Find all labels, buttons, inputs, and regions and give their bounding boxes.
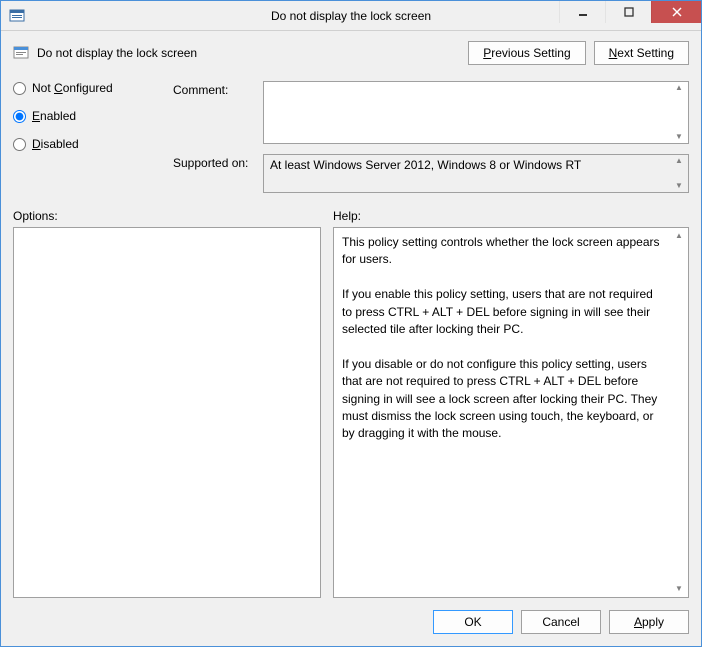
maximize-button[interactable]: [605, 1, 651, 23]
next-setting-button[interactable]: Next Setting: [594, 41, 689, 65]
header-row: Do not display the lock screen Previous …: [13, 41, 689, 65]
fields-column: Comment: ▲ ▼ Supported on: ▲ ▼: [173, 81, 689, 193]
config-row: Not Configured Enabled Disabled Comment:…: [13, 81, 689, 193]
scroll-up-icon[interactable]: ▲: [672, 84, 686, 92]
btn-text: pply: [642, 615, 664, 629]
radio-not-configured[interactable]: Not Configured: [13, 81, 153, 95]
btn-text: ext Setting: [617, 46, 674, 60]
previous-setting-button[interactable]: Previous Setting: [468, 41, 585, 65]
radio-enabled[interactable]: Enabled: [13, 109, 153, 123]
titlebar[interactable]: Do not display the lock screen: [1, 1, 701, 31]
app-icon: [9, 8, 25, 24]
supported-textarea: [264, 155, 688, 189]
radio-label: Enabled: [32, 109, 76, 123]
radio-label: Not Configured: [32, 81, 113, 95]
btn-text: revious Setting: [491, 46, 570, 60]
panels-row: This policy setting controls whether the…: [13, 227, 689, 598]
help-paragraph: If you enable this policy setting, users…: [342, 286, 664, 338]
comment-label: Comment:: [173, 81, 263, 144]
scroll-arrows: ▲ ▼: [672, 232, 686, 593]
help-paragraph: This policy setting controls whether the…: [342, 234, 664, 269]
supported-box-wrap: ▲ ▼: [263, 154, 689, 193]
supported-label: Supported on:: [173, 154, 263, 193]
comment-textarea[interactable]: [264, 82, 688, 140]
help-label: Help:: [333, 209, 361, 223]
ok-button[interactable]: OK: [433, 610, 513, 634]
options-label: Options:: [13, 209, 321, 223]
help-panel: This policy setting controls whether the…: [333, 227, 689, 598]
minimize-button[interactable]: [559, 1, 605, 23]
dialog-footer: OK Cancel Apply: [13, 610, 689, 634]
options-panel: [13, 227, 321, 598]
scroll-arrows: ▲ ▼: [672, 84, 686, 141]
dialog-window: Do not display the lock screen: [0, 0, 702, 647]
scroll-up-icon[interactable]: ▲: [672, 157, 686, 165]
scroll-down-icon[interactable]: ▼: [672, 133, 686, 141]
radio-enabled-input[interactable]: [13, 110, 26, 123]
scroll-down-icon[interactable]: ▼: [672, 585, 686, 593]
panels-labels: Options: Help:: [13, 209, 689, 223]
close-button[interactable]: [651, 1, 701, 23]
state-radio-group: Not Configured Enabled Disabled: [13, 81, 153, 193]
policy-icon: [13, 45, 29, 61]
radio-disabled-input[interactable]: [13, 138, 26, 151]
cancel-button[interactable]: Cancel: [521, 610, 601, 634]
dialog-content: Do not display the lock screen Previous …: [1, 31, 701, 646]
apply-button[interactable]: Apply: [609, 610, 689, 634]
comment-box-wrap: ▲ ▼: [263, 81, 689, 144]
window-controls: [559, 1, 701, 30]
radio-label: Disabled: [32, 137, 79, 151]
help-paragraph: If you disable or do not configure this …: [342, 356, 664, 443]
scroll-up-icon[interactable]: ▲: [672, 232, 686, 240]
scroll-down-icon[interactable]: ▼: [672, 182, 686, 190]
radio-not-configured-input[interactable]: [13, 82, 26, 95]
radio-disabled[interactable]: Disabled: [13, 137, 153, 151]
policy-name: Do not display the lock screen: [37, 46, 197, 60]
scroll-arrows: ▲ ▼: [672, 157, 686, 190]
